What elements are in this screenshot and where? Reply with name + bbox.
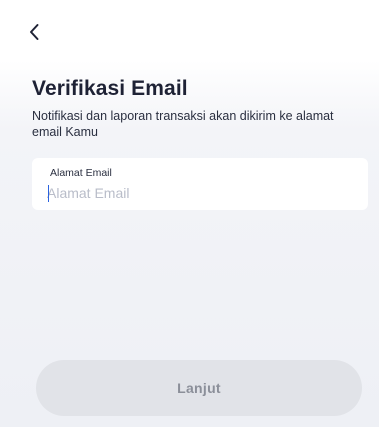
- email-input[interactable]: [47, 183, 347, 203]
- continue-button[interactable]: Lanjut: [36, 360, 362, 416]
- email-field[interactable]: Alamat Email: [32, 158, 368, 210]
- page-title: Verifikasi Email: [32, 77, 188, 100]
- back-button[interactable]: [28, 18, 52, 46]
- email-field-label: Alamat Email: [50, 167, 112, 179]
- page-subtitle: Notifikasi dan laporan transaksi akan di…: [32, 109, 334, 139]
- chevron-left-icon: [28, 23, 40, 41]
- text-cursor: [48, 185, 49, 202]
